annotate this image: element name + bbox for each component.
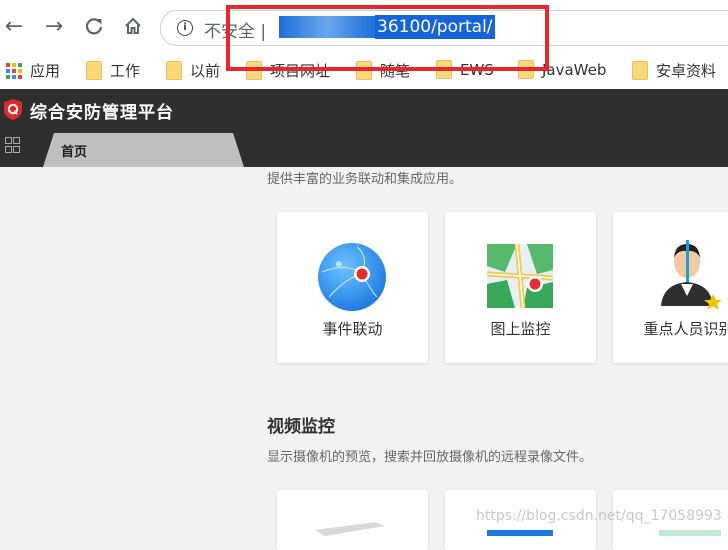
camera-icon (315, 522, 385, 536)
section-description: 提供丰富的业务联动和集成应用。 (267, 172, 463, 187)
bookmark-label: 应用 (30, 62, 61, 80)
section-description: 显示摄像机的预览，搜索并回放摄像机的远程录像文件。 (267, 450, 593, 465)
info-icon[interactable]: i (177, 20, 193, 36)
bookmark-folder[interactable]: 工作 (86, 60, 140, 81)
bookmark-label: 以前 (190, 62, 221, 80)
back-arrow-icon[interactable]: ← (1, 13, 27, 39)
app-card-event-linkage[interactable]: 事件联动 (277, 212, 428, 363)
card-label: 事件联动 (322, 320, 383, 338)
card-label: 图上监控 (490, 320, 551, 338)
app-card-partial[interactable] (277, 490, 428, 550)
playback-icon (659, 530, 721, 536)
bookmark-folder[interactable]: 以前 (166, 60, 220, 81)
folder-icon (86, 61, 102, 80)
monitor-icon (487, 530, 553, 536)
bookmark-apps[interactable]: 应用 (6, 60, 60, 81)
bookmark-folder[interactable]: 安卓资料 (632, 60, 716, 81)
app-card-person-recognition[interactable]: 重点人员识别 (613, 212, 728, 363)
tab-bar: 首页 (0, 129, 728, 167)
bookmark-label: 安卓资料 (656, 62, 717, 80)
section-title-video: 视频监控 (267, 417, 335, 437)
grid-menu-icon[interactable] (5, 137, 20, 153)
card-label: 重点人员识别 (643, 320, 728, 338)
app-card-map-monitor[interactable]: 图上监控 (445, 212, 596, 363)
reload-icon[interactable] (81, 13, 107, 39)
tab-label: 首页 (61, 145, 88, 160)
highlight-annotation-box (226, 5, 549, 71)
watermark: https://blog.csdn.net/qq_17058993 (476, 508, 722, 524)
bookmark-label: 工作 (110, 62, 141, 80)
home-icon[interactable] (120, 13, 146, 39)
shield-logo-icon (4, 99, 22, 120)
folder-icon (166, 61, 182, 80)
app-header: 综合安防管理平台 (0, 89, 728, 129)
folder-icon (632, 61, 648, 80)
event-linkage-icon (318, 243, 386, 311)
tab-home[interactable]: 首页 (43, 133, 244, 167)
app-title: 综合安防管理平台 (30, 103, 174, 123)
map-monitor-icon (487, 244, 553, 308)
bookmark-label: JavaWeb (542, 60, 607, 79)
forward-arrow-icon[interactable]: → (41, 13, 67, 39)
apps-grid-icon (6, 62, 22, 79)
person-recognition-icon (661, 240, 721, 310)
